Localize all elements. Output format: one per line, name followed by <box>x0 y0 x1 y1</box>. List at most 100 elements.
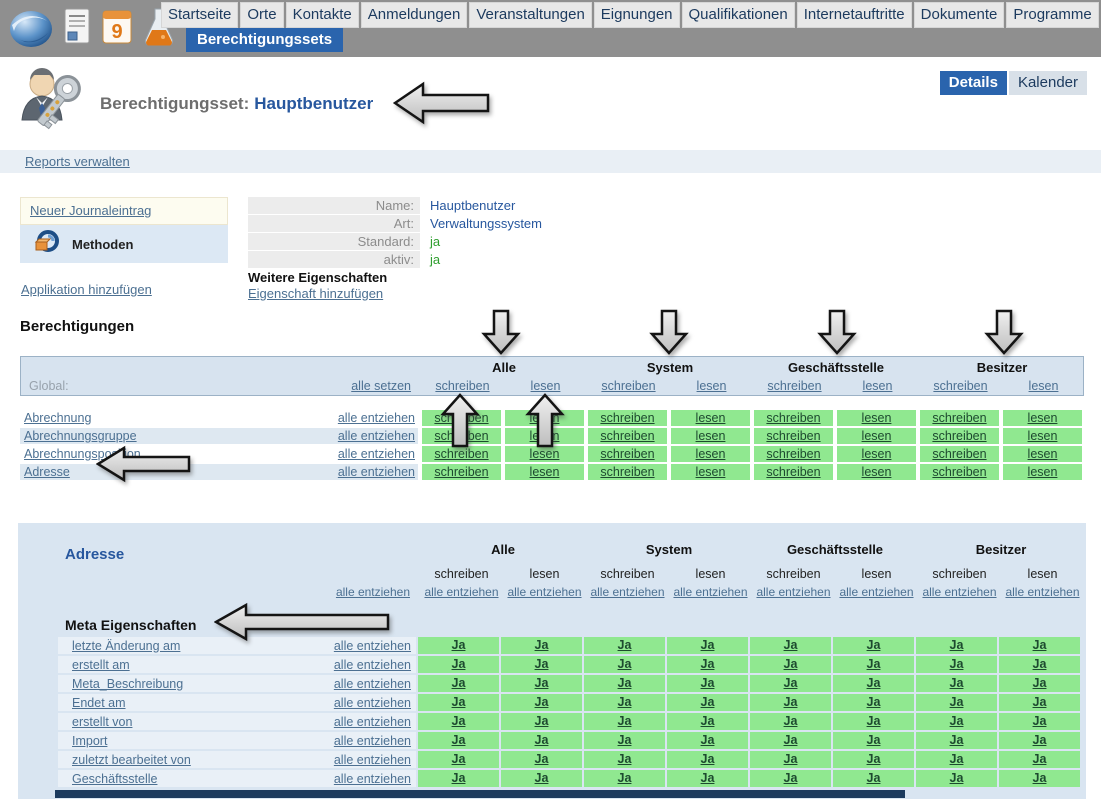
abrechnungsposition-besitzer-schreiben-link[interactable]: schreiben <box>932 447 986 461</box>
geschaftsstelle-system-lesen-ja-link[interactable]: Ja <box>701 771 715 785</box>
global-system-lesen-link[interactable]: lesen <box>672 379 751 393</box>
detail-revoke-besitzer-lesen-link[interactable]: alle entziehen <box>1003 585 1082 599</box>
abrechnung-system-schreiben-link[interactable]: schreiben <box>600 411 654 425</box>
erstellt-von-system-lesen-ja-link[interactable]: Ja <box>701 714 715 728</box>
neuer-journaleintrag-link[interactable]: Neuer Journaleintrag <box>30 203 151 218</box>
meta-revoke-link[interactable]: alle entziehen <box>334 658 411 672</box>
geschaftsstelle-besitzer-lesen-ja-link[interactable]: Ja <box>1033 771 1047 785</box>
abrechnung-besitzer-schreiben-link[interactable]: schreiben <box>932 411 986 425</box>
erstellt-von-alle-lesen-ja-link[interactable]: Ja <box>535 714 549 728</box>
global-besitzer-schreiben-link[interactable]: schreiben <box>921 379 1000 393</box>
zuletzt-bearbeitet-von-geschaftsstelle-lesen-ja-link[interactable]: Ja <box>867 752 881 766</box>
abrechnungsposition-system-lesen-link[interactable]: lesen <box>696 447 726 461</box>
global-geschaftsstelle-schreiben-link[interactable]: schreiben <box>755 379 834 393</box>
meta-beschreibung-geschaftsstelle-lesen-ja-link[interactable]: Ja <box>867 676 881 690</box>
endet-am-besitzer-schreiben-ja-link[interactable]: Ja <box>950 695 964 709</box>
adresse-alle-lesen-link[interactable]: lesen <box>530 465 560 479</box>
reports-verwalten-link[interactable]: Reports verwalten <box>25 154 130 169</box>
report-icon[interactable] <box>62 7 92 52</box>
endet-am-besitzer-lesen-ja-link[interactable]: Ja <box>1033 695 1047 709</box>
tab-startseite[interactable]: Startseite <box>161 2 238 28</box>
global-geschaftsstelle-lesen-link[interactable]: lesen <box>838 379 917 393</box>
meta-revoke-link[interactable]: alle entziehen <box>334 715 411 729</box>
meta-link-letzte-anderung-am[interactable]: letzte Änderung am <box>72 639 180 653</box>
detail-revoke-alle-lesen-link[interactable]: alle entziehen <box>505 585 584 599</box>
detail-revoke-system-schreiben-link[interactable]: alle entziehen <box>588 585 667 599</box>
meta-beschreibung-besitzer-lesen-ja-link[interactable]: Ja <box>1033 676 1047 690</box>
tab-qualifikationen[interactable]: Qualifikationen <box>682 2 795 28</box>
erstellt-von-besitzer-schreiben-ja-link[interactable]: Ja <box>950 714 964 728</box>
zuletzt-bearbeitet-von-alle-lesen-ja-link[interactable]: Ja <box>535 752 549 766</box>
zuletzt-bearbeitet-von-besitzer-lesen-ja-link[interactable]: Ja <box>1033 752 1047 766</box>
calendar-icon[interactable]: 9 <box>100 7 134 52</box>
meta-revoke-link[interactable]: alle entziehen <box>334 753 411 767</box>
meta-revoke-link[interactable]: alle entziehen <box>334 696 411 710</box>
erstellt-am-besitzer-schreiben-ja-link[interactable]: Ja <box>950 657 964 671</box>
tab-orte[interactable]: Orte <box>240 2 283 28</box>
meta-beschreibung-besitzer-schreiben-ja-link[interactable]: Ja <box>950 676 964 690</box>
tab-veranstaltungen[interactable]: Veranstaltungen <box>469 2 591 28</box>
detail-revoke-besitzer-schreiben-link[interactable]: alle entziehen <box>920 585 999 599</box>
endet-am-geschaftsstelle-lesen-ja-link[interactable]: Ja <box>867 695 881 709</box>
tab-internetauftritte[interactable]: Internetauftritte <box>797 2 912 28</box>
subtab-berechtigungssets[interactable]: Berechtigungssets <box>186 28 343 52</box>
meta-link-geschaftsstelle[interactable]: Geschäftsstelle <box>72 772 157 786</box>
meta-link-erstellt-von[interactable]: erstellt von <box>72 715 132 729</box>
letzte-anderung-am-besitzer-lesen-ja-link[interactable]: Ja <box>1033 638 1047 652</box>
letzte-anderung-am-system-lesen-ja-link[interactable]: Ja <box>701 638 715 652</box>
import-system-lesen-ja-link[interactable]: Ja <box>701 733 715 747</box>
abrechnungsgruppe-geschaftsstelle-schreiben-link[interactable]: schreiben <box>766 429 820 443</box>
meta-link-endet-am[interactable]: Endet am <box>72 696 126 710</box>
zuletzt-bearbeitet-von-system-schreiben-ja-link[interactable]: Ja <box>618 752 632 766</box>
revoke-all-link[interactable]: alle entziehen <box>338 429 415 443</box>
tab-kalender[interactable]: Kalender <box>1009 71 1087 95</box>
abrechnungsposition-system-schreiben-link[interactable]: schreiben <box>600 447 654 461</box>
geschaftsstelle-geschaftsstelle-lesen-ja-link[interactable]: Ja <box>867 771 881 785</box>
revoke-all-link[interactable]: alle entziehen <box>338 411 415 425</box>
erstellt-am-alle-lesen-ja-link[interactable]: Ja <box>535 657 549 671</box>
erstellt-am-besitzer-lesen-ja-link[interactable]: Ja <box>1033 657 1047 671</box>
adresse-alle-schreiben-link[interactable]: schreiben <box>434 465 488 479</box>
meta-beschreibung-system-lesen-ja-link[interactable]: Ja <box>701 676 715 690</box>
adresse-system-schreiben-link[interactable]: schreiben <box>600 465 654 479</box>
entity-link-abrechnungsgruppe[interactable]: Abrechnungsgruppe <box>24 429 137 443</box>
app-logo-icon[interactable] <box>8 4 54 55</box>
zuletzt-bearbeitet-von-besitzer-schreiben-ja-link[interactable]: Ja <box>950 752 964 766</box>
meta-revoke-link[interactable]: alle entziehen <box>334 734 411 748</box>
adresse-geschaftsstelle-lesen-link[interactable]: lesen <box>862 465 892 479</box>
erstellt-von-besitzer-lesen-ja-link[interactable]: Ja <box>1033 714 1047 728</box>
geschaftsstelle-system-schreiben-ja-link[interactable]: Ja <box>618 771 632 785</box>
abrechnungsgruppe-system-schreiben-link[interactable]: schreiben <box>600 429 654 443</box>
erstellt-von-geschaftsstelle-lesen-ja-link[interactable]: Ja <box>867 714 881 728</box>
import-besitzer-schreiben-ja-link[interactable]: Ja <box>950 733 964 747</box>
erstellt-am-alle-schreiben-ja-link[interactable]: Ja <box>452 657 466 671</box>
meta-link-zuletzt-bearbeitet-von[interactable]: zuletzt bearbeitet von <box>72 753 191 767</box>
abrechnung-geschaftsstelle-schreiben-link[interactable]: schreiben <box>766 411 820 425</box>
erstellt-von-alle-schreiben-ja-link[interactable]: Ja <box>452 714 466 728</box>
endet-am-alle-lesen-ja-link[interactable]: Ja <box>535 695 549 709</box>
endet-am-system-schreiben-ja-link[interactable]: Ja <box>618 695 632 709</box>
zuletzt-bearbeitet-von-alle-schreiben-ja-link[interactable]: Ja <box>452 752 466 766</box>
abrechnungsgruppe-system-lesen-link[interactable]: lesen <box>696 429 726 443</box>
import-alle-lesen-ja-link[interactable]: Ja <box>535 733 549 747</box>
meta-revoke-link[interactable]: alle entziehen <box>334 772 411 786</box>
import-geschaftsstelle-schreiben-ja-link[interactable]: Ja <box>784 733 798 747</box>
letzte-anderung-am-alle-schreiben-ja-link[interactable]: Ja <box>452 638 466 652</box>
erstellt-am-system-lesen-ja-link[interactable]: Ja <box>701 657 715 671</box>
geschaftsstelle-besitzer-schreiben-ja-link[interactable]: Ja <box>950 771 964 785</box>
letzte-anderung-am-geschaftsstelle-schreiben-ja-link[interactable]: Ja <box>784 638 798 652</box>
geschaftsstelle-alle-lesen-ja-link[interactable]: Ja <box>535 771 549 785</box>
abrechnungsposition-geschaftsstelle-lesen-link[interactable]: lesen <box>862 447 892 461</box>
endet-am-alle-schreiben-ja-link[interactable]: Ja <box>452 695 466 709</box>
erstellt-am-geschaftsstelle-lesen-ja-link[interactable]: Ja <box>867 657 881 671</box>
abrechnung-system-lesen-link[interactable]: lesen <box>696 411 726 425</box>
meta-beschreibung-alle-schreiben-ja-link[interactable]: Ja <box>452 676 466 690</box>
abrechnungsgruppe-besitzer-schreiben-link[interactable]: schreiben <box>932 429 986 443</box>
adresse-geschaftsstelle-schreiben-link[interactable]: schreiben <box>766 465 820 479</box>
tab-anmeldungen[interactable]: Anmeldungen <box>361 2 468 28</box>
global-system-schreiben-link[interactable]: schreiben <box>589 379 668 393</box>
entity-link-adresse[interactable]: Adresse <box>24 465 70 479</box>
meta-link-meta-beschreibung[interactable]: Meta_Beschreibung <box>72 677 183 691</box>
erstellt-am-geschaftsstelle-schreiben-ja-link[interactable]: Ja <box>784 657 798 671</box>
import-besitzer-lesen-ja-link[interactable]: Ja <box>1033 733 1047 747</box>
